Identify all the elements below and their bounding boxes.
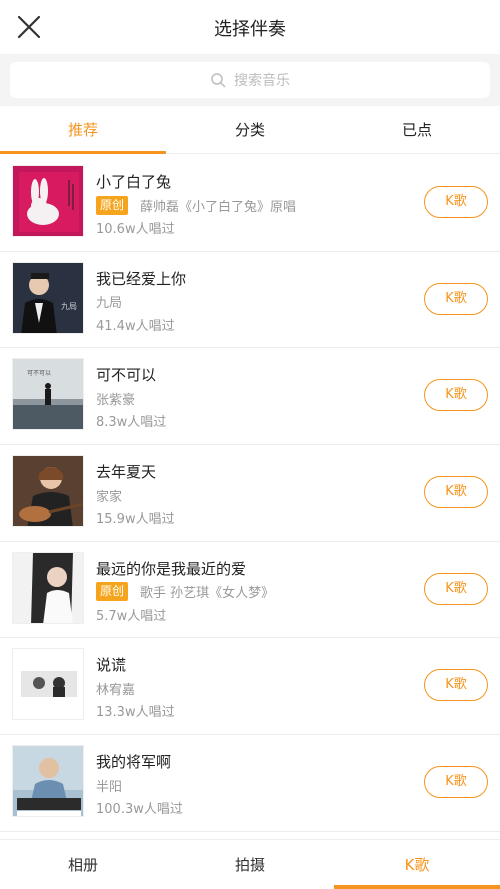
sing-button[interactable]: K歌 [424,282,488,315]
original-badge: 原创 [96,582,129,602]
tab-recommend[interactable]: 推荐 [0,106,166,154]
play-count: 41.4w人唱过 [96,318,175,334]
singer-name: 歌手 孙艺琪《女人梦》 [140,586,275,602]
song-title: 我的将军啊 [96,753,172,772]
sing-button[interactable]: K歌 [424,766,488,799]
play-count: 10.6w人唱过 [96,222,175,237]
song-title: 可不可以 [96,366,157,385]
album-cover: 可不可以 [12,358,84,431]
song-row[interactable]: 我的将军啊 半阳 100.3w人唱过 K歌 [0,735,500,832]
song-title: 我已经爱上你 [96,269,187,288]
album-cover [12,455,84,528]
bottom-tab-bar: 相册 拍摄 K歌 [0,839,500,889]
search-icon [211,73,226,88]
song-meta: 原创 薛帅磊《小了白了兔》原唱 [96,195,296,215]
song-meta: 张紫豪 [96,388,135,408]
search-placeholder: 搜索音乐 [234,73,290,89]
original-badge: 原创 [96,195,129,215]
sing-button[interactable]: K歌 [424,379,488,412]
album-cover: 九局 [12,261,84,334]
song-title: 小了白了兔 [96,173,172,191]
play-count: 100.3w人唱过 [96,802,183,818]
song-row[interactable]: 九局 我已经爱上你 九局 41.4w人唱过 K歌 [0,251,500,349]
bottom-tab-shoot[interactable]: 拍摄 [166,840,334,889]
singer-name: 九局 [96,296,123,312]
song-meta: 林宥嘉 [96,678,135,698]
page-title: 选择伴奏 [214,19,286,40]
album-cover [12,551,84,624]
active-tab-indicator [0,151,166,154]
bottom-tab-karaoke[interactable]: K歌 [334,840,500,889]
song-row[interactable]: 最远的你是我最近的爱 原创 歌手 孙艺琪《女人梦》 5.7w人唱过 K歌 [0,541,500,639]
song-meta: 半阳 [96,775,122,795]
play-count: 15.9w人唱过 [96,512,175,528]
song-meta: 家家 [96,485,122,505]
song-row[interactable]: 可不可以 可不可以 张紫豪 8.3w人唱过 K歌 [0,348,500,446]
top-bar: 选择伴奏 [0,0,500,56]
singer-name: 家家 [96,489,123,505]
sing-button[interactable]: K歌 [424,669,488,702]
song-title: 说谎 [96,656,127,675]
song-row[interactable]: 去年夏天 家家 15.9w人唱过 K歌 [0,445,500,542]
play-count: 13.3w人唱过 [96,705,175,721]
album-cover [12,648,84,721]
singer-name: 半阳 [96,779,123,795]
song-row[interactable]: 小了白了兔 原创 薛帅磊《小了白了兔》原唱 10.6w人唱过 K歌 [0,155,500,252]
tab-selected[interactable]: 已点 [334,106,500,154]
singer-name: 薛帅磊《小了白了兔》原唱 [140,199,297,215]
singer-name: 张紫豪 [96,392,136,408]
svg-text:九局: 九局 [61,302,77,311]
song-row[interactable]: 说谎 林宥嘉 13.3w人唱过 K歌 [0,638,500,736]
sing-button[interactable]: K歌 [424,186,488,218]
search-area: 搜索音乐 [0,54,500,106]
play-count: 8.3w人唱过 [96,415,167,431]
album-cover [12,745,84,818]
bottom-active-indicator [334,885,500,889]
svg-text:可不可以: 可不可以 [27,370,51,377]
play-count: 5.7w人唱过 [96,608,167,624]
song-list: 小了白了兔 原创 薛帅磊《小了白了兔》原唱 10.6w人唱过 K歌 九局 我已经… [0,155,500,832]
album-cover [12,165,84,237]
sing-button[interactable]: K歌 [424,572,488,605]
bottom-tab-album[interactable]: 相册 [0,840,166,889]
song-meta: 九局 [96,292,122,312]
search-input[interactable]: 搜索音乐 [10,62,490,98]
song-meta: 原创 歌手 孙艺琪《女人梦》 [96,582,274,602]
singer-name: 林宥嘉 [96,682,136,698]
sing-button[interactable]: K歌 [424,476,488,509]
tab-category[interactable]: 分类 [166,106,334,154]
song-title: 去年夏天 [96,463,157,482]
category-tabs: 推荐 分类 已点 [0,106,500,154]
song-title: 最远的你是我最近的爱 [96,559,247,578]
